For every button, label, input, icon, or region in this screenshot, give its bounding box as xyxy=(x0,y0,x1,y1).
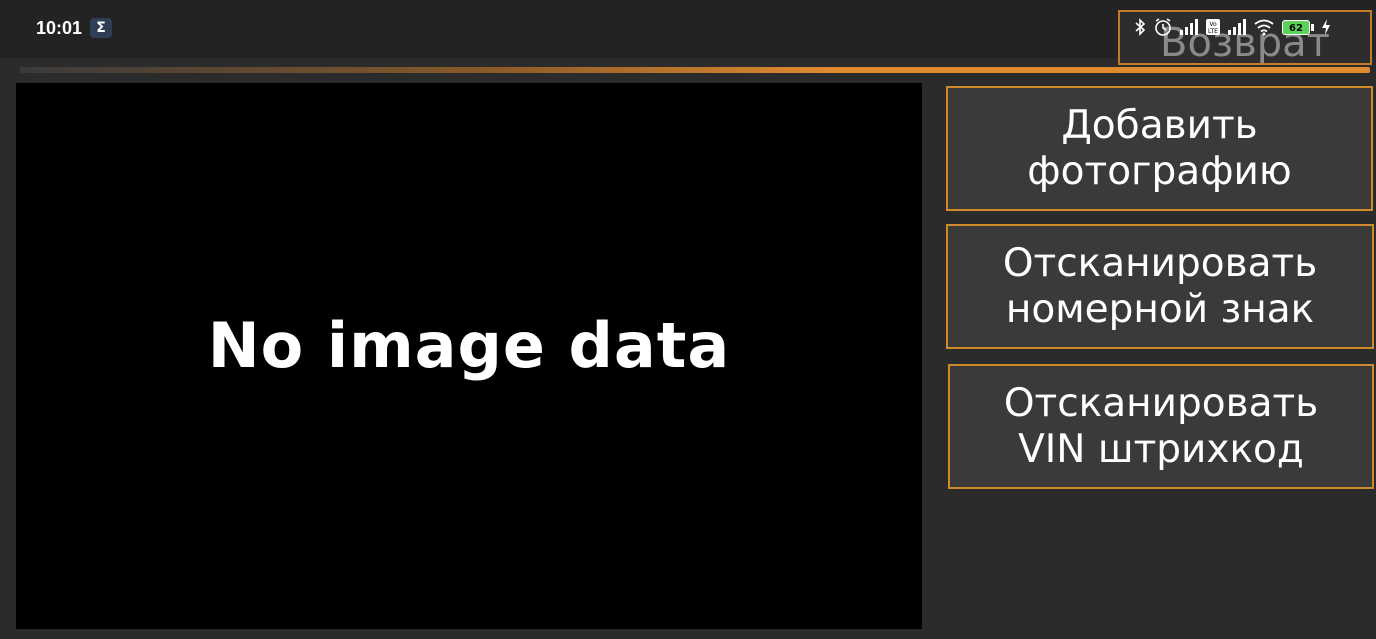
button-label-line1: Отсканировать xyxy=(1003,380,1319,426)
add-photo-button[interactable]: Добавить фотографию xyxy=(946,86,1373,211)
volte-icon: Vo LTE xyxy=(1205,18,1221,36)
charging-icon xyxy=(1321,18,1331,36)
signal-icon xyxy=(1180,19,1198,35)
button-label-line2: номерной знак xyxy=(1005,286,1315,332)
no-image-placeholder: No image data xyxy=(207,308,731,382)
button-label-line2: VIN штрихкод xyxy=(1018,426,1304,472)
button-label-line2: фотографию xyxy=(1027,148,1292,194)
scan-plate-button[interactable]: Отсканировать номерной знак xyxy=(946,224,1374,349)
battery-level: 62 xyxy=(1282,19,1310,35)
svg-text:LTE: LTE xyxy=(1208,28,1218,35)
battery-icon: 62 xyxy=(1282,19,1314,35)
scan-vin-button[interactable]: Отсканировать VIN штрихкод xyxy=(948,364,1374,489)
image-viewer: No image data xyxy=(16,83,922,629)
button-label-line1: Добавить xyxy=(1061,102,1258,148)
status-time: 10:01 xyxy=(36,18,83,38)
bluetooth-icon xyxy=(1134,18,1146,36)
status-icons: Vo LTE 62 xyxy=(1134,14,1331,40)
alarm-icon xyxy=(1153,17,1173,37)
signal-icon xyxy=(1228,19,1246,35)
svg-text:Vo: Vo xyxy=(1209,21,1217,28)
button-label-line1: Отсканировать xyxy=(1002,240,1318,286)
wifi-icon xyxy=(1253,18,1275,36)
app-badge-icon: Σ xyxy=(90,18,112,38)
header-divider xyxy=(20,67,1370,73)
